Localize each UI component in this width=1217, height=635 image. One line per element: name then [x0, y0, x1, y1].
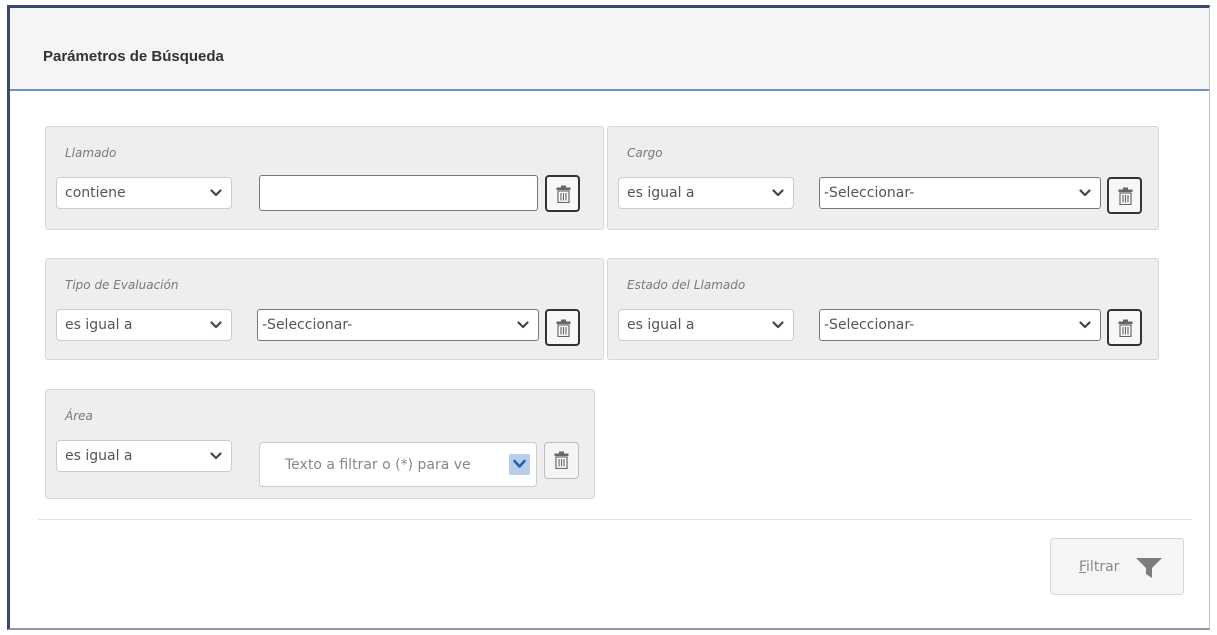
cargo-delete-button[interactable] [1107, 177, 1142, 214]
estado-llamado-operator-value: es igual a [627, 317, 695, 333]
llamado-operator-value: contiene [65, 185, 126, 201]
trash-icon [554, 451, 569, 469]
filter-group-tipo-evaluacion: Tipo de Evaluación es igual a -Seleccion… [45, 258, 604, 360]
chevron-down-icon [1079, 189, 1091, 197]
cargo-value: -Seleccionar- [824, 185, 915, 201]
chevron-down-icon [772, 321, 784, 329]
tipo-evaluacion-value-select[interactable]: -Seleccionar- [257, 309, 539, 341]
estado-llamado-value: -Seleccionar- [824, 317, 915, 333]
tipo-evaluacion-value: -Seleccionar- [262, 317, 353, 333]
chevron-down-icon [513, 459, 526, 468]
llamado-operator-select[interactable]: contiene [56, 177, 232, 209]
cargo-operator-value: es igual a [627, 185, 695, 201]
filter-button[interactable]: Filtrar [1050, 538, 1184, 595]
estado-llamado-value-select[interactable]: -Seleccionar- [819, 309, 1101, 341]
tipo-evaluacion-operator-select[interactable]: es igual a [56, 309, 232, 341]
filter-group-area: Área es igual a Texto a filtrar o (*) pa… [45, 389, 595, 499]
estado-llamado-delete-button[interactable] [1107, 309, 1142, 346]
chevron-down-icon [517, 321, 529, 329]
panel-title: Parámetros de Búsqueda [43, 48, 224, 65]
filter-label-estado-llamado: Estado del Llamado [627, 278, 746, 292]
panel-header: Parámetros de Búsqueda [10, 8, 1209, 91]
chevron-down-icon [772, 189, 784, 197]
filter-group-estado-llamado: Estado del Llamado es igual a -Seleccion… [607, 258, 1159, 360]
area-combobox[interactable]: Texto a filtrar o (*) para ve [259, 442, 537, 487]
area-delete-button[interactable] [544, 442, 579, 479]
area-operator-value: es igual a [65, 448, 133, 464]
cargo-value-select[interactable]: -Seleccionar- [819, 177, 1101, 209]
estado-llamado-operator-select[interactable]: es igual a [618, 309, 794, 341]
chevron-down-icon [210, 321, 222, 329]
cargo-operator-select[interactable]: es igual a [618, 177, 794, 209]
filter-group-cargo: Cargo es igual a -Seleccionar- [607, 126, 1159, 230]
section-divider [38, 519, 1192, 520]
trash-icon [1118, 319, 1133, 337]
filter-label-tipo-evaluacion: Tipo de Evaluación [65, 278, 179, 292]
chevron-down-icon [1079, 321, 1091, 329]
filter-label-cargo: Cargo [627, 146, 663, 160]
search-parameters-panel: Parámetros de Búsqueda Llamado contiene … [7, 5, 1210, 630]
llamado-delete-button[interactable] [545, 175, 580, 212]
filter-group-llamado: Llamado contiene [45, 126, 604, 230]
filter-button-label: Filtrar [1079, 559, 1120, 575]
tipo-evaluacion-delete-button[interactable] [545, 309, 580, 346]
tipo-evaluacion-operator-value: es igual a [65, 317, 133, 333]
area-combobox-toggle[interactable] [509, 454, 530, 475]
filter-label-area: Área [65, 409, 93, 423]
trash-icon [1118, 187, 1133, 205]
area-combobox-placeholder: Texto a filtrar o (*) para ve [285, 457, 471, 473]
area-operator-select[interactable]: es igual a [56, 440, 232, 472]
funnel-icon [1136, 558, 1162, 578]
trash-icon [556, 319, 571, 337]
chevron-down-icon [210, 452, 222, 460]
filter-label-llamado: Llamado [65, 146, 117, 160]
llamado-value-input[interactable] [259, 175, 538, 211]
trash-icon [556, 185, 571, 203]
chevron-down-icon [210, 189, 222, 197]
